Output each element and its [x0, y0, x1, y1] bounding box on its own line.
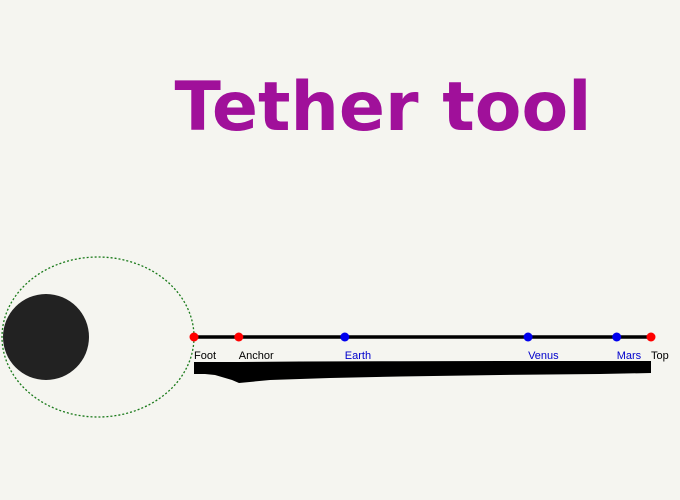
mars-marker[interactable] — [612, 332, 622, 342]
tether-point-top[interactable]: Top — [646, 332, 669, 363]
top-marker[interactable] — [646, 332, 656, 342]
venus-marker[interactable] — [523, 332, 533, 342]
top-label: Top — [651, 350, 669, 362]
tether-thickness-profile — [194, 361, 651, 383]
venus-label: Venus — [528, 350, 559, 362]
mars-label: Mars — [617, 350, 642, 362]
planet-body — [3, 294, 89, 380]
anchor-label: Anchor — [239, 350, 274, 362]
earth-marker[interactable] — [340, 332, 350, 342]
earth-label: Earth — [345, 350, 371, 362]
foot-marker[interactable] — [189, 332, 199, 342]
foot-label: Foot — [194, 350, 216, 362]
anchor-marker[interactable] — [234, 332, 244, 342]
tether-canvas: Foot Anchor Earth Venus Mars Top — [1, 256, 669, 418]
